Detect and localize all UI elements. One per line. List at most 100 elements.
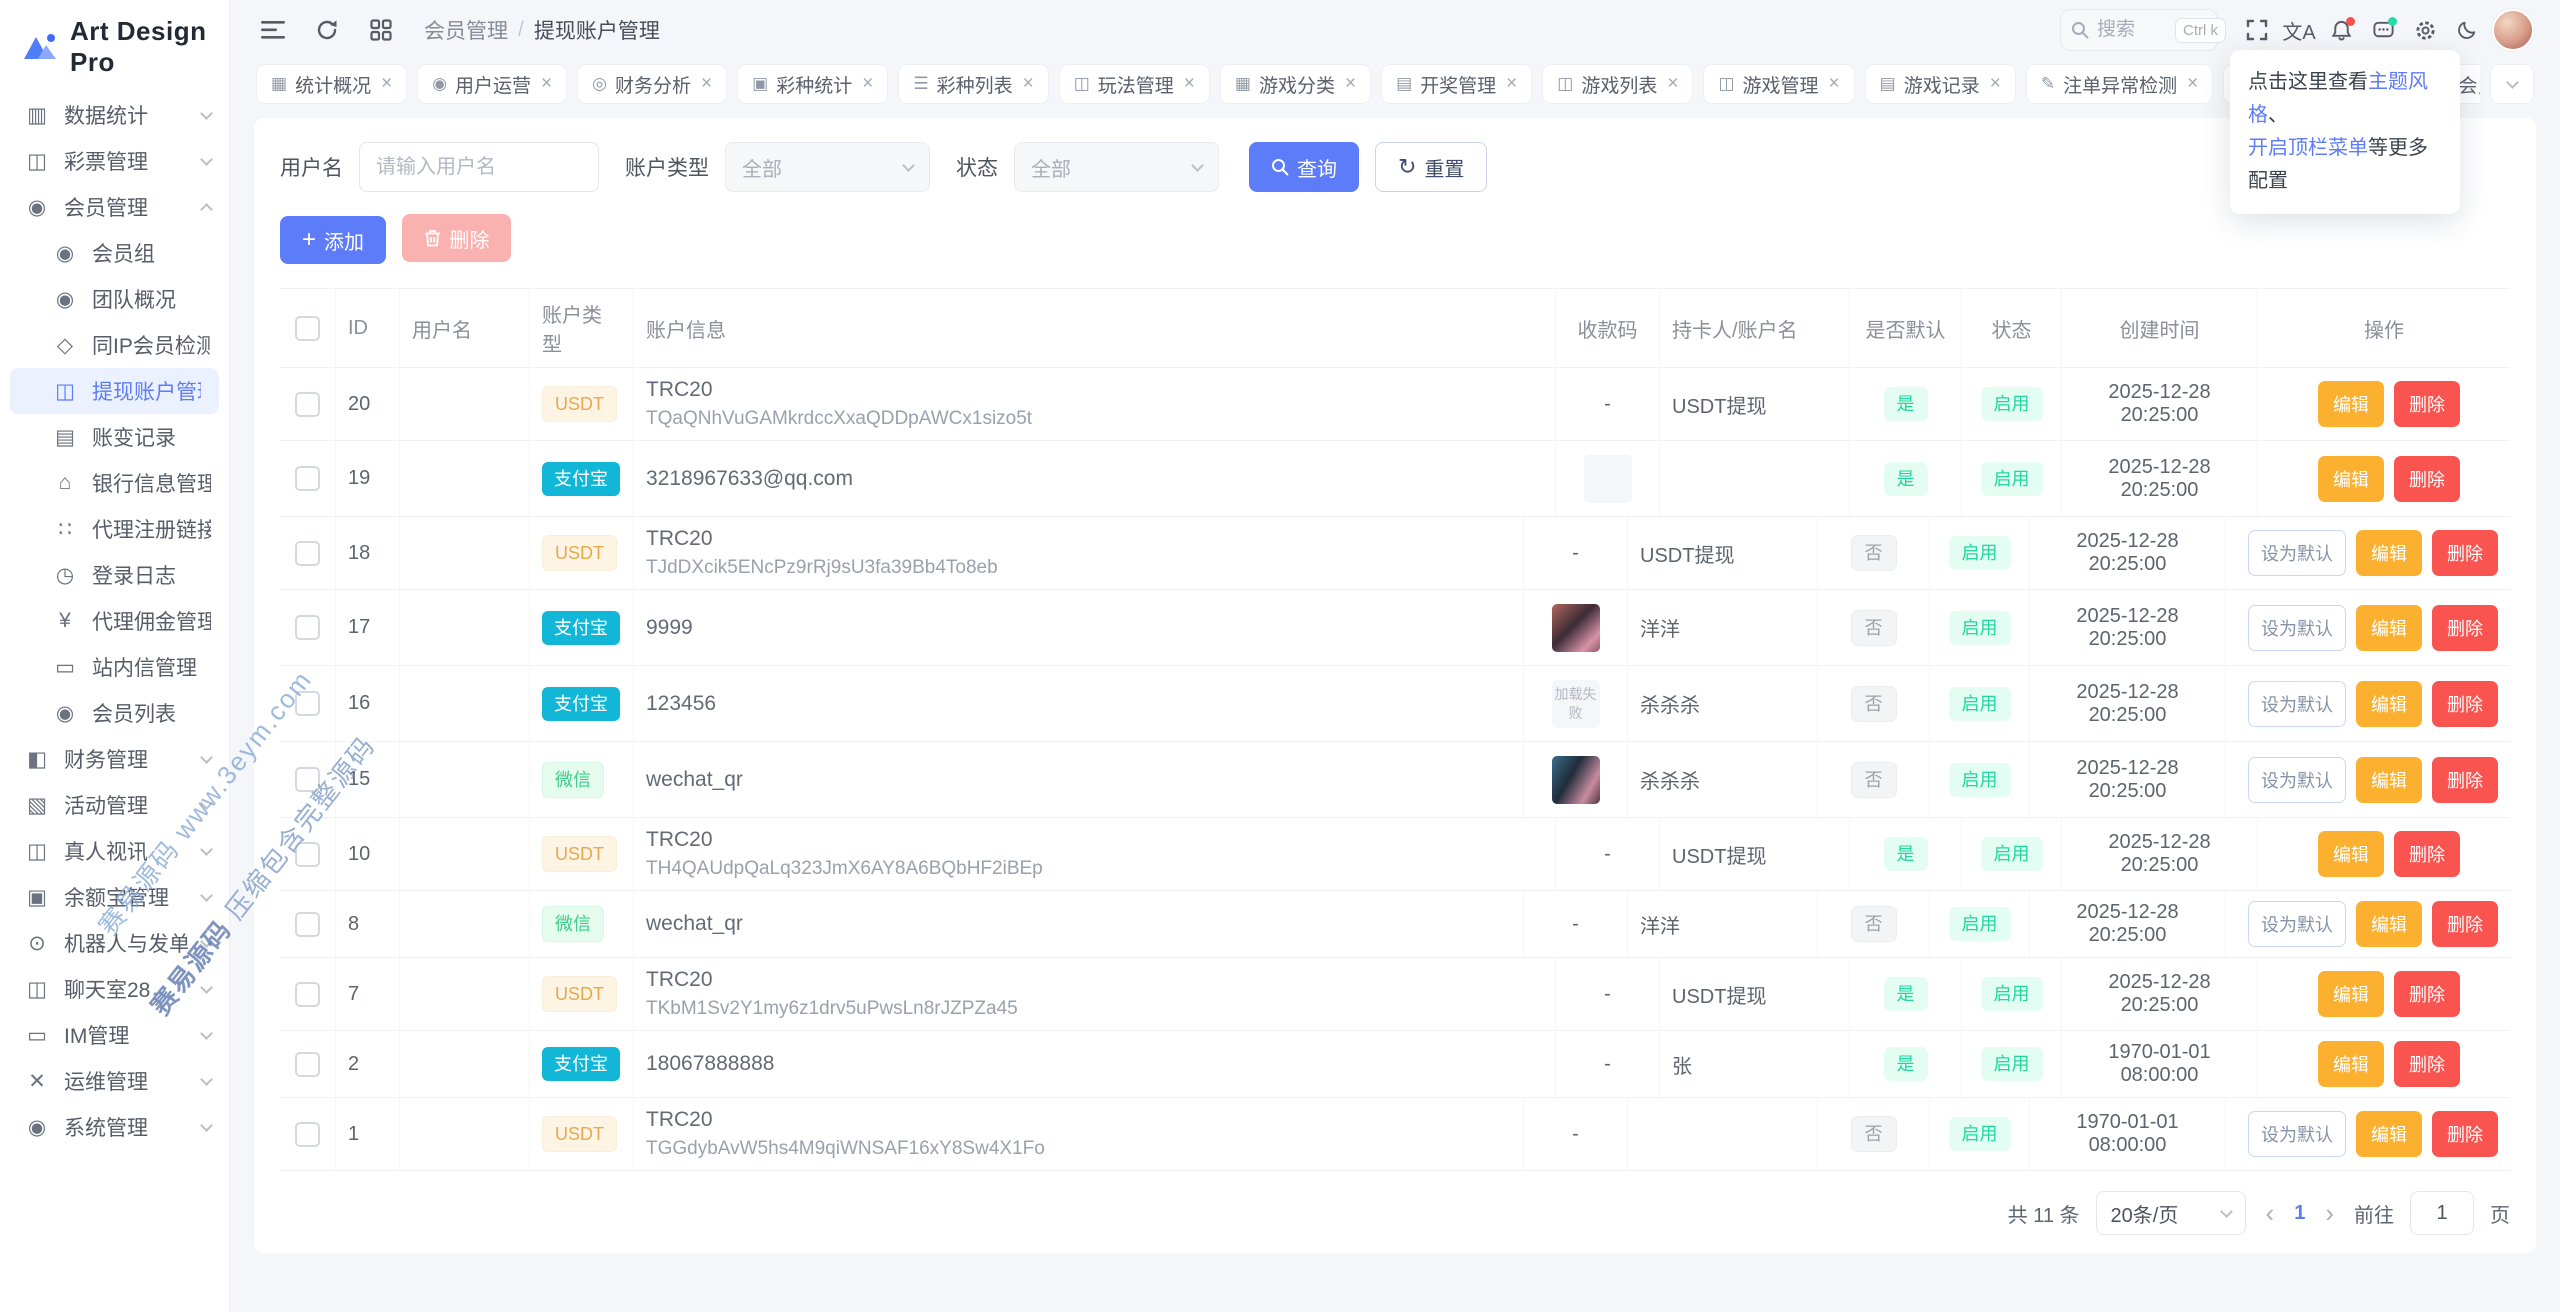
select-all-checkbox[interactable] [295, 316, 320, 341]
app-logo[interactable]: Art Design Pro [0, 0, 229, 92]
row-checkbox[interactable] [295, 982, 320, 1007]
qr-image[interactable] [1552, 756, 1600, 804]
tab-彩种统计[interactable]: ▣彩种统计× [737, 64, 888, 104]
edit-button[interactable]: 编辑 [2356, 605, 2422, 651]
add-button[interactable]: + 添加 [280, 216, 386, 264]
tab-财务分析[interactable]: ◎财务分析× [577, 64, 727, 104]
next-page-button[interactable]: › [2321, 1198, 2338, 1229]
delete-button[interactable]: 删除 [2394, 1041, 2460, 1087]
tab-彩种列表[interactable]: ☰彩种列表× [898, 64, 1048, 104]
row-checkbox[interactable] [295, 767, 320, 792]
sidebar-item-agent-commission[interactable]: ¥代理佣金管理 [0, 598, 229, 644]
qr-image[interactable] [1552, 604, 1600, 652]
tab-游戏记录[interactable]: ▤游戏记录× [1865, 64, 2016, 104]
delete-button[interactable]: 删除 [2432, 757, 2498, 803]
user-avatar[interactable] [2492, 9, 2534, 51]
close-icon[interactable]: × [1506, 73, 1517, 95]
set-default-button[interactable]: 设为默认 [2248, 901, 2346, 947]
row-checkbox[interactable] [295, 842, 320, 867]
sidebar-item-account-change[interactable]: ▤账变记录 [0, 414, 229, 460]
close-icon[interactable]: × [1829, 73, 1840, 95]
sidebar-item-finance[interactable]: ◧财务管理 [0, 736, 229, 782]
tabs-more-button[interactable] [2490, 64, 2534, 104]
sidebar-item-login-log[interactable]: ◷登录日志 [0, 552, 229, 598]
sidebar-item-member[interactable]: ◉会员管理 [0, 184, 229, 230]
delete-button[interactable]: 删除 [2432, 605, 2498, 651]
sidebar-item-member-list[interactable]: ◉会员列表 [0, 690, 229, 736]
close-icon[interactable]: × [1667, 73, 1678, 95]
breadcrumb-section[interactable]: 会员管理 [424, 15, 508, 45]
sidebar-item-activity[interactable]: ▧活动管理 [0, 782, 229, 828]
collapse-menu-icon[interactable] [256, 13, 290, 47]
delete-button[interactable]: 删除 [2394, 381, 2460, 427]
search-button[interactable]: 查询 [1249, 142, 1359, 192]
row-checkbox[interactable] [295, 1052, 320, 1077]
batch-delete-button[interactable]: 删除 [402, 214, 511, 262]
set-default-button[interactable]: 设为默认 [2248, 757, 2346, 803]
sidebar-item-agent-reg-link[interactable]: ∷代理注册链接 [0, 506, 229, 552]
sidebar-item-team-overview[interactable]: ◉团队概况 [0, 276, 229, 322]
close-icon[interactable]: × [541, 73, 552, 95]
account-type-select[interactable]: 全部 [725, 142, 930, 192]
close-icon[interactable]: × [381, 73, 392, 95]
status-select[interactable]: 全部 [1014, 142, 1219, 192]
close-icon[interactable]: × [2187, 73, 2198, 95]
edit-button[interactable]: 编辑 [2356, 1111, 2422, 1157]
username-input[interactable] [359, 142, 599, 192]
sidebar-item-same-ip-check[interactable]: ◇同IP会员检测 [0, 322, 229, 368]
set-default-button[interactable]: 设为默认 [2248, 1111, 2346, 1157]
row-checkbox[interactable] [295, 691, 320, 716]
tab-统计概况[interactable]: ▦统计概况× [256, 64, 407, 104]
set-default-button[interactable]: 设为默认 [2248, 530, 2346, 576]
delete-button[interactable]: 删除 [2432, 901, 2498, 947]
sidebar-item-site-message[interactable]: ▭站内信管理 [0, 644, 229, 690]
delete-button[interactable]: 删除 [2432, 530, 2498, 576]
tooltip-topbar-link[interactable]: 开启顶栏菜单 [2248, 137, 2368, 159]
close-icon[interactable]: × [701, 73, 712, 95]
edit-button[interactable]: 编辑 [2356, 757, 2422, 803]
tab-游戏列表[interactable]: ◫游戏列表× [1542, 64, 1693, 104]
tab-游戏分类[interactable]: ▦游戏分类× [1220, 64, 1371, 104]
row-checkbox[interactable] [295, 912, 320, 937]
delete-button[interactable]: 删除 [2432, 681, 2498, 727]
sidebar-item-im[interactable]: ▭IM管理 [0, 1012, 229, 1058]
page-size-select[interactable]: 20条/页 [2096, 1191, 2246, 1235]
refresh-icon[interactable] [310, 13, 344, 47]
sidebar-item-chatroom28[interactable]: ◫聊天室28 [0, 966, 229, 1012]
tab-游戏管理[interactable]: ◫游戏管理× [1703, 64, 1854, 104]
tab-开奖管理[interactable]: ▤开奖管理× [1381, 64, 1532, 104]
search-input[interactable] [2097, 19, 2167, 41]
settings-gear-icon[interactable] [2408, 13, 2442, 47]
tab-用户运营[interactable]: ◉用户运营× [417, 64, 567, 104]
delete-button[interactable]: 删除 [2394, 971, 2460, 1017]
set-default-button[interactable]: 设为默认 [2248, 681, 2346, 727]
close-icon[interactable]: × [1990, 73, 2001, 95]
edit-button[interactable]: 编辑 [2318, 1041, 2384, 1087]
close-icon[interactable]: × [1184, 73, 1195, 95]
tab-注单异常检测[interactable]: ✎注单异常检测× [2026, 64, 2213, 104]
edit-button[interactable]: 编辑 [2356, 901, 2422, 947]
sidebar-item-ops[interactable]: ✕运维管理 [0, 1058, 229, 1104]
edit-button[interactable]: 编辑 [2356, 681, 2422, 727]
row-checkbox[interactable] [295, 392, 320, 417]
close-icon[interactable]: × [862, 73, 873, 95]
sidebar-item-lottery[interactable]: ◫彩票管理 [0, 138, 229, 184]
close-icon[interactable]: × [1345, 73, 1356, 95]
delete-button[interactable]: 删除 [2394, 456, 2460, 502]
current-page[interactable]: 1 [2294, 1202, 2305, 1225]
prev-page-button[interactable]: ‹ [2262, 1198, 2279, 1229]
set-default-button[interactable]: 设为默认 [2248, 605, 2346, 651]
tab-玩法管理[interactable]: ◫玩法管理× [1059, 64, 1210, 104]
delete-button[interactable]: 删除 [2394, 831, 2460, 877]
sidebar-item-member-group[interactable]: ◉会员组 [0, 230, 229, 276]
sidebar-item-robot[interactable]: ⊙机器人与发单 [0, 920, 229, 966]
row-checkbox[interactable] [295, 466, 320, 491]
delete-button[interactable]: 删除 [2432, 1111, 2498, 1157]
qr-image-blank[interactable] [1584, 455, 1632, 503]
fullscreen-icon[interactable] [2240, 13, 2274, 47]
dark-mode-moon-icon[interactable] [2450, 13, 2484, 47]
goto-page-input[interactable] [2410, 1191, 2474, 1235]
global-search[interactable]: Ctrl k [2060, 9, 2218, 51]
sidebar-item-live-video[interactable]: ◫真人视讯 [0, 828, 229, 874]
edit-button[interactable]: 编辑 [2356, 530, 2422, 576]
